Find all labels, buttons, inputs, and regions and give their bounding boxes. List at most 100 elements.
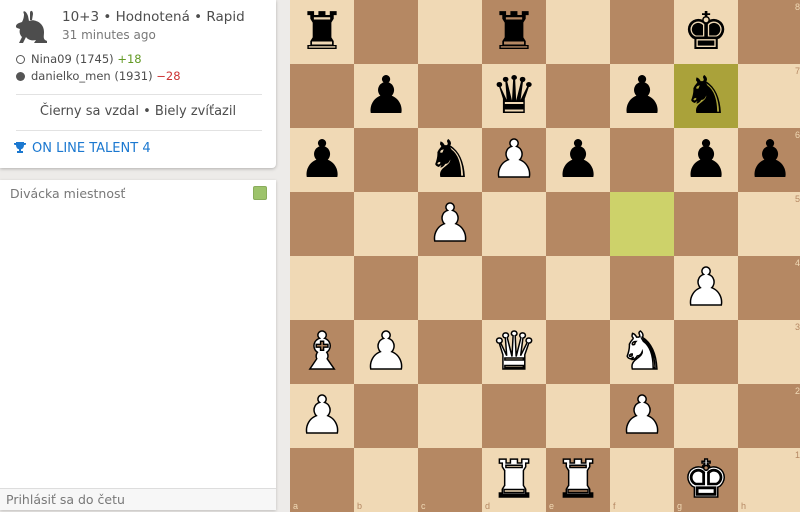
player-white[interactable]: Nina09 (1745) +18: [16, 52, 142, 66]
player-black[interactable]: danielko_men (1931) −28: [16, 69, 181, 83]
square-h1[interactable]: 1h: [738, 448, 800, 512]
square-b7[interactable]: ♟: [354, 64, 418, 128]
white-pawn-icon[interactable]: ♟: [618, 389, 666, 443]
white-bishop-icon[interactable]: ♝: [298, 325, 346, 379]
black-king-icon[interactable]: ♚: [683, 6, 730, 58]
black-knight-icon[interactable]: ♞: [427, 134, 474, 186]
square-a7[interactable]: [290, 64, 354, 128]
square-f4[interactable]: [610, 256, 674, 320]
square-a3[interactable]: ♝: [290, 320, 354, 384]
square-a8[interactable]: ♜: [290, 0, 354, 64]
square-e7[interactable]: [546, 64, 610, 128]
square-d2[interactable]: [482, 384, 546, 448]
square-d3[interactable]: ♛: [482, 320, 546, 384]
square-h5[interactable]: 5: [738, 192, 800, 256]
white-pawn-icon[interactable]: ♟: [490, 133, 538, 187]
rank-label: 8: [794, 2, 800, 12]
square-a6[interactable]: ♟: [290, 128, 354, 192]
square-e1[interactable]: ♜ e: [546, 448, 610, 512]
square-c8[interactable]: [418, 0, 482, 64]
black-rook-icon[interactable]: ♜: [299, 6, 346, 58]
square-b8[interactable]: [354, 0, 418, 64]
square-f3[interactable]: ♞: [610, 320, 674, 384]
square-f2[interactable]: ♟: [610, 384, 674, 448]
chat-toggle-checkbox[interactable]: [253, 186, 267, 200]
square-b4[interactable]: [354, 256, 418, 320]
white-rook-icon[interactable]: ♜: [490, 453, 538, 507]
square-g3[interactable]: [674, 320, 738, 384]
player-black-rating-diff: −28: [156, 69, 181, 83]
square-d6[interactable]: ♟: [482, 128, 546, 192]
player-white-name: Nina09 (1745): [31, 52, 114, 66]
chat-input[interactable]: [0, 488, 276, 510]
black-pawn-icon[interactable]: ♟: [683, 134, 730, 186]
square-c6[interactable]: ♞: [418, 128, 482, 192]
white-knight-icon[interactable]: ♞: [618, 325, 666, 379]
tournament-name: ON LINE TALENT 4: [32, 141, 151, 156]
square-g8[interactable]: ♚: [674, 0, 738, 64]
chat-title: Divácka miestnosť: [10, 186, 126, 201]
square-c1[interactable]: c: [418, 448, 482, 512]
square-e5[interactable]: [546, 192, 610, 256]
square-c5[interactable]: ♟: [418, 192, 482, 256]
square-b2[interactable]: [354, 384, 418, 448]
black-pawn-icon[interactable]: ♟: [299, 134, 346, 186]
square-h8[interactable]: 8: [738, 0, 800, 64]
square-g5[interactable]: [674, 192, 738, 256]
square-d7[interactable]: ♛: [482, 64, 546, 128]
square-d8[interactable]: ♜: [482, 0, 546, 64]
square-g7[interactable]: ♞: [674, 64, 738, 128]
square-h6[interactable]: ♟ 6: [738, 128, 800, 192]
black-pawn-icon[interactable]: ♟: [619, 70, 666, 122]
square-h3[interactable]: 3: [738, 320, 800, 384]
player-black-name: danielko_men (1931): [31, 69, 153, 83]
square-f7[interactable]: ♟: [610, 64, 674, 128]
square-e6[interactable]: ♟: [546, 128, 610, 192]
black-queen-icon[interactable]: ♛: [491, 70, 538, 122]
square-b3[interactable]: ♟: [354, 320, 418, 384]
white-pawn-icon[interactable]: ♟: [298, 389, 346, 443]
square-g1[interactable]: ♚ g: [674, 448, 738, 512]
square-e4[interactable]: [546, 256, 610, 320]
black-pawn-icon[interactable]: ♟: [363, 70, 410, 122]
square-c7[interactable]: [418, 64, 482, 128]
square-h2[interactable]: 2: [738, 384, 800, 448]
square-f5[interactable]: [610, 192, 674, 256]
square-h7[interactable]: 7: [738, 64, 800, 128]
square-b1[interactable]: b: [354, 448, 418, 512]
black-knight-icon[interactable]: ♞: [683, 70, 730, 122]
square-a2[interactable]: ♟: [290, 384, 354, 448]
square-a5[interactable]: [290, 192, 354, 256]
white-king-icon[interactable]: ♚: [682, 453, 730, 507]
tournament-link[interactable]: ON LINE TALENT 4: [14, 141, 151, 156]
square-h4[interactable]: 4: [738, 256, 800, 320]
square-g4[interactable]: ♟: [674, 256, 738, 320]
square-b5[interactable]: [354, 192, 418, 256]
square-c3[interactable]: [418, 320, 482, 384]
black-pawn-icon[interactable]: ♟: [747, 134, 794, 186]
square-e8[interactable]: [546, 0, 610, 64]
white-pawn-icon[interactable]: ♟: [362, 325, 410, 379]
chess-board[interactable]: ♜ ♜ ♚ 8 ♟ ♛ ♟ ♞ 7 ♟ ♞ ♟ ♟ ♟ ♟ 6 ♟ 5 ♟ 4 ♝ ♟ ♛ ♞ 3 ♟ ♟ 2 a b c ♜ d ♜ e f ♚ g 1 h: [290, 0, 800, 512]
white-queen-icon[interactable]: ♛: [490, 325, 538, 379]
black-pawn-icon[interactable]: ♟: [555, 134, 602, 186]
square-f6[interactable]: [610, 128, 674, 192]
square-f8[interactable]: [610, 0, 674, 64]
square-a4[interactable]: [290, 256, 354, 320]
square-e3[interactable]: [546, 320, 610, 384]
black-rook-icon[interactable]: ♜: [491, 6, 538, 58]
square-d5[interactable]: [482, 192, 546, 256]
white-pawn-icon[interactable]: ♟: [682, 261, 730, 315]
square-d1[interactable]: ♜ d: [482, 448, 546, 512]
white-pawn-icon[interactable]: ♟: [426, 197, 474, 251]
square-b6[interactable]: [354, 128, 418, 192]
square-d4[interactable]: [482, 256, 546, 320]
square-f1[interactable]: f: [610, 448, 674, 512]
square-c4[interactable]: [418, 256, 482, 320]
square-a1[interactable]: a: [290, 448, 354, 512]
square-g2[interactable]: [674, 384, 738, 448]
square-c2[interactable]: [418, 384, 482, 448]
white-rook-icon[interactable]: ♜: [554, 453, 602, 507]
square-g6[interactable]: ♟: [674, 128, 738, 192]
square-e2[interactable]: [546, 384, 610, 448]
